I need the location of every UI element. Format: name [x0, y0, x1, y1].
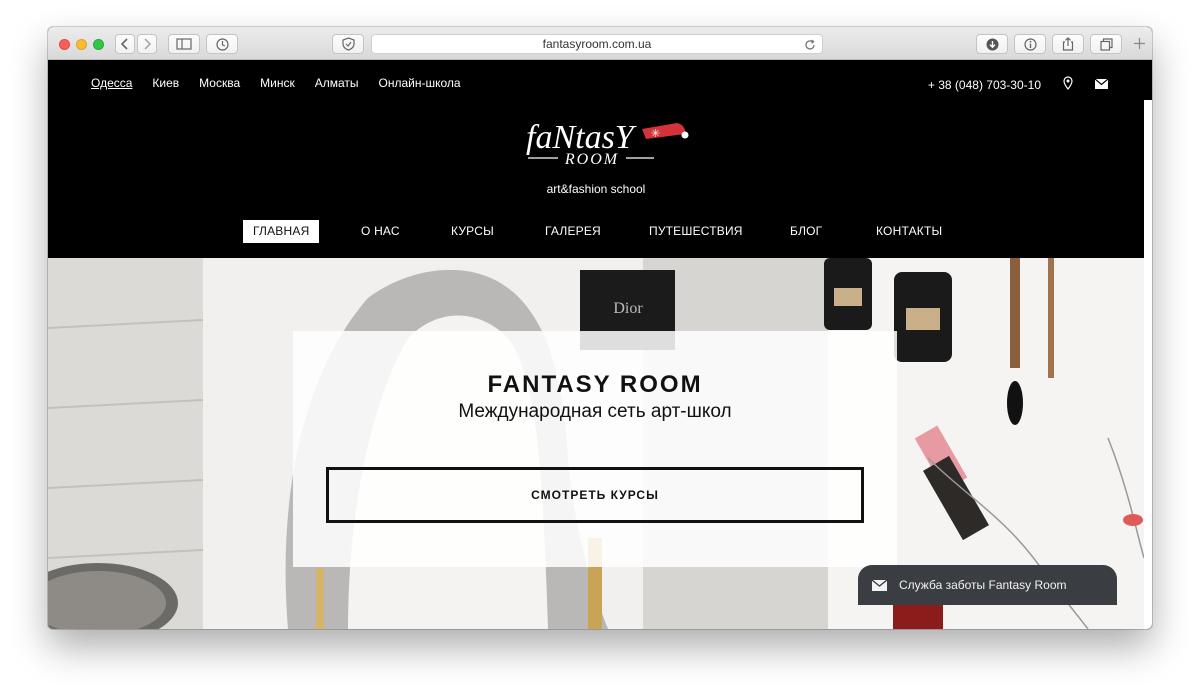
back-button[interactable]: [115, 34, 135, 54]
hero-card: FANTASY ROOM Международная сеть арт-школ…: [293, 331, 897, 567]
city-link-online-school[interactable]: Онлайн-школа: [379, 76, 461, 90]
svg-text:✳: ✳: [651, 127, 660, 140]
downloads-button[interactable]: [976, 34, 1008, 54]
city-link-minsk[interactable]: Минск: [260, 76, 295, 90]
reload-icon: [805, 39, 815, 50]
tabs-overview-button[interactable]: [1090, 34, 1122, 54]
top-bar: Одесса Киев Москва Минск Алматы Онлайн-ш…: [48, 60, 1144, 108]
plus-icon: [1134, 38, 1145, 49]
nav-item-courses[interactable]: КУРСЫ: [451, 220, 494, 243]
page-scrollbar[interactable]: [1144, 100, 1152, 629]
hero-title: FANTASY ROOM: [487, 371, 703, 398]
download-icon: [986, 38, 998, 50]
city-list: Одесса Киев Москва Минск Алматы Онлайн-ш…: [91, 76, 461, 90]
city-link-kiev[interactable]: Киев: [152, 76, 179, 90]
browser-window: fantasyroom.com.ua Одесса Киев Москва Ми…: [48, 27, 1152, 629]
mail-icon: [872, 579, 887, 591]
forward-button[interactable]: [137, 34, 157, 54]
clock-icon: [215, 37, 229, 51]
hero-subtitle: Международная сеть арт-школ: [458, 401, 732, 422]
nav-item-travel[interactable]: ПУТЕШЕСТВИЯ: [649, 220, 743, 243]
view-courses-button[interactable]: СМОТРЕТЬ КУРСЫ: [326, 467, 864, 523]
site-logo[interactable]: faNtasY ✳ ROOM: [520, 115, 690, 175]
zoom-window-button[interactable]: [93, 39, 104, 50]
tabs-icon: [1099, 37, 1113, 51]
nav-item-gallery[interactable]: ГАЛЕРЕЯ: [545, 220, 601, 243]
nav-item-home[interactable]: ГЛАВНАЯ: [243, 220, 320, 243]
nav-item-about[interactable]: О НАС: [361, 220, 400, 243]
info-button[interactable]: [1014, 34, 1046, 54]
tagline: art&fashion school: [546, 182, 646, 196]
reload-button[interactable]: [804, 38, 816, 56]
privacy-shield-button[interactable]: [332, 34, 364, 54]
map-pin-icon[interactable]: [1063, 76, 1073, 93]
logo-word-bottom: ROOM: [564, 151, 619, 168]
share-icon: [1062, 37, 1074, 51]
nav-item-contacts[interactable]: КОНТАКТЫ: [876, 220, 942, 243]
support-chat-button[interactable]: Служба заботы Fantasy Room: [858, 565, 1117, 605]
chevron-right-icon: [144, 38, 151, 50]
support-chat-label: Служба заботы Fantasy Room: [899, 578, 1067, 592]
close-window-button[interactable]: [59, 39, 70, 50]
website: Одесса Киев Москва Минск Алматы Онлайн-ш…: [48, 60, 1152, 629]
product-label: Dior: [613, 300, 643, 317]
address-bar[interactable]: fantasyroom.com.ua: [371, 34, 823, 54]
city-link-odessa[interactable]: Одесса: [91, 76, 132, 90]
main-nav: ГЛАВНАЯ О НАС КУРСЫ ГАЛЕРЕЯ ПУТЕШЕСТВИЯ …: [48, 220, 1144, 244]
url-text: fantasyroom.com.ua: [542, 37, 652, 51]
nav-item-blog[interactable]: БЛОГ: [790, 220, 822, 243]
mail-icon[interactable]: [1094, 78, 1109, 92]
history-button[interactable]: [206, 34, 238, 54]
phone-link[interactable]: + 38 (048) 703-30-10: [928, 78, 1041, 92]
shield-icon: [341, 37, 355, 51]
city-link-moscow[interactable]: Москва: [199, 76, 240, 90]
minimize-window-button[interactable]: [76, 39, 87, 50]
info-icon: [1023, 37, 1037, 51]
sidebar-icon: [176, 38, 192, 50]
browser-toolbar: fantasyroom.com.ua: [48, 27, 1152, 60]
sidebar-button[interactable]: [168, 34, 200, 54]
contacts: + 38 (048) 703-30-10: [928, 76, 1109, 93]
new-tab-button[interactable]: [1134, 37, 1145, 53]
chevron-left-icon: [121, 38, 128, 50]
share-button[interactable]: [1052, 34, 1084, 54]
city-link-almaty[interactable]: Алматы: [315, 76, 359, 90]
santa-hat-icon: [642, 123, 686, 139]
